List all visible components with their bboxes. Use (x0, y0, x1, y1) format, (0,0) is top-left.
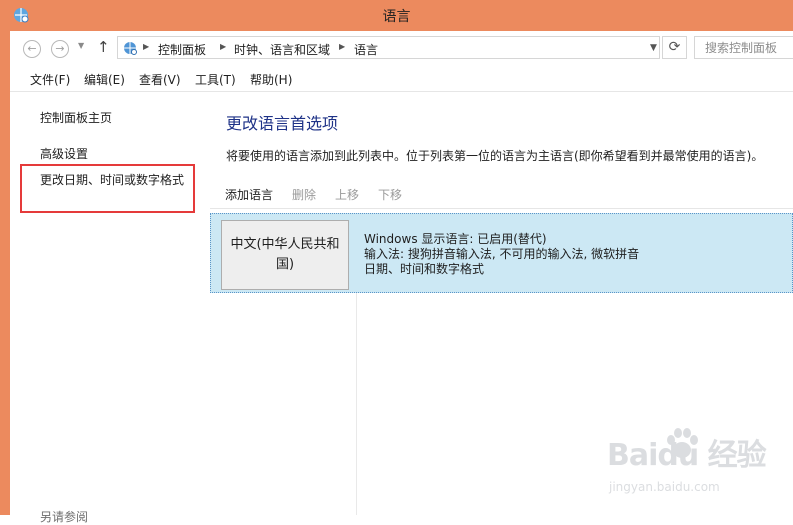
remove-button[interactable]: 删除 (292, 186, 316, 203)
menu-view[interactable]: 查看(V) (139, 71, 181, 88)
watermark-url: jingyan.baidu.com (609, 480, 720, 494)
window-title: 语言 (382, 9, 411, 25)
breadcrumb-control-panel[interactable]: 控制面板 (158, 41, 206, 58)
menu-file[interactable]: 文件(F) (30, 71, 70, 88)
see-also-heading: 另请参阅 (40, 510, 89, 524)
move-up-button[interactable]: 上移 (335, 186, 359, 203)
address-dropdown-chevron-icon[interactable]: ▼ (650, 43, 657, 53)
breadcrumb-clock-language-region[interactable]: 时钟、语言和区域 (234, 41, 330, 58)
menu-tools[interactable]: 工具(T) (195, 71, 236, 88)
up-arrow-icon[interactable]: ↑ (97, 38, 110, 56)
search-input[interactable] (695, 37, 793, 57)
breadcrumb-chevron-icon[interactable]: ▶ (143, 42, 149, 51)
window-frame (0, 31, 10, 515)
add-language-button[interactable]: 添加语言 (225, 186, 273, 203)
language-toolbar: 添加语言 删除 上移 下移 (210, 182, 793, 209)
refresh-button[interactable]: ⟳ (662, 36, 687, 59)
sidebar: 控制面板主页 高级设置 更改日期、时间或数字格式 另请参阅 (10, 92, 210, 524)
breadcrumb-chevron-icon[interactable]: ▶ (220, 42, 226, 51)
highlight-annotation-box (20, 164, 195, 213)
title-bar: 语言 (0, 0, 793, 31)
paw-logo-icon (667, 428, 698, 458)
breadcrumb-language[interactable]: 语言 (354, 41, 378, 58)
control-panel-icon (124, 42, 137, 55)
menu-edit[interactable]: 编辑(E) (84, 71, 125, 88)
address-input[interactable]: ▶ 控制面板 ▶ 时钟、语言和区域 ▶ 语言 (117, 36, 660, 59)
sidebar-link-control-panel-home[interactable]: 控制面板主页 (40, 109, 112, 126)
recent-pages-chevron-icon[interactable]: ▼ (78, 41, 84, 50)
language-detail-display: Windows 显示语言: 已启用(替代) (364, 232, 547, 246)
breadcrumb-chevron-icon[interactable]: ▶ (339, 42, 345, 51)
page-title: 更改语言首选项 (226, 114, 339, 133)
baidu-watermark: Baidu 经验 jingyan.baidu.com (607, 428, 767, 500)
language-detail-input-method: 输入法: 搜狗拼音输入法, 不可用的输入法, 微软拼音 (364, 247, 640, 261)
language-detail-formats: 日期、时间和数字格式 (364, 262, 485, 276)
language-name-button[interactable]: 中文(中华人民共和国) (221, 220, 349, 290)
back-button[interactable]: ← (23, 40, 41, 58)
page-description: 将要使用的语言添加到此列表中。位于列表第一位的语言为主语言(即你希望看到并最常使… (226, 149, 764, 163)
column-divider (356, 293, 357, 515)
sidebar-link-advanced-settings[interactable]: 高级设置 (40, 145, 88, 162)
language-row[interactable]: 中文(中华人民共和国) Windows 显示语言: 已启用(替代) 输入法: 搜… (210, 213, 793, 293)
move-down-button[interactable]: 下移 (378, 186, 402, 203)
address-bar: ← → ▼ ↑ ▶ 控制面板 ▶ 时钟、语言和区域 ▶ 语言 ▼ ⟳ (10, 31, 793, 67)
menu-bar: 文件(F) 编辑(E) 查看(V) 工具(T) 帮助(H) (10, 67, 793, 92)
menu-help[interactable]: 帮助(H) (250, 71, 292, 88)
language-details: Windows 显示语言: 已启用(替代) 输入法: 搜狗拼音输入法, 不可用的… (364, 232, 639, 277)
forward-button[interactable]: → (51, 40, 69, 58)
search-box[interactable] (694, 36, 793, 59)
